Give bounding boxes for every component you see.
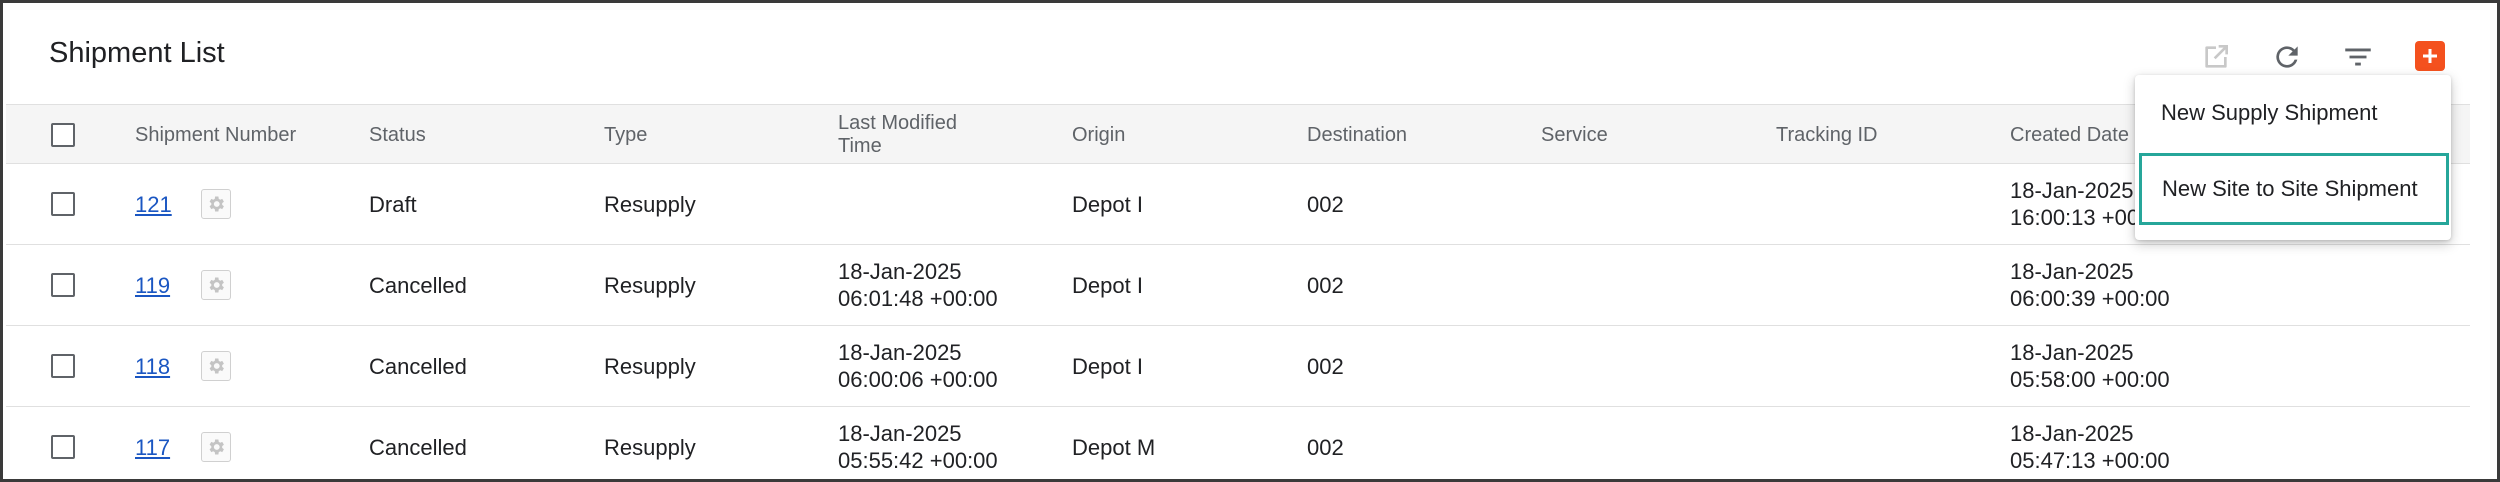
table-row[interactable]: 121 Draft Resupply Depot I 002 18-Jan-20… <box>6 164 2470 245</box>
created-date: 18-Jan-2025 <box>2010 178 2134 203</box>
last-modified-date: 18-Jan-2025 <box>838 340 962 365</box>
shipment-list-panel: Shipment List Shipment Number Status Typ… <box>0 0 2500 482</box>
shipment-number-link[interactable]: 121 <box>135 191 172 218</box>
created-time: 05:47:13 +00:00 <box>2010 448 2170 473</box>
add-icon <box>2423 49 2437 63</box>
shipment-number-link[interactable]: 118 <box>135 353 170 380</box>
table-row[interactable]: 119 Cancelled Resupply 18-Jan-2025 06:01… <box>6 245 2470 326</box>
menu-item-new-supply-shipment[interactable]: New Supply Shipment <box>2135 77 2451 149</box>
last-modified-time: 06:01:48 +00:00 <box>838 286 998 311</box>
column-header-shipment-number[interactable]: Shipment Number <box>135 105 296 165</box>
destination-cell: 002 <box>1307 434 1344 460</box>
status-cell: Cancelled <box>369 272 467 298</box>
column-header-status[interactable]: Status <box>369 105 426 165</box>
open-external-icon[interactable] <box>2196 37 2236 77</box>
origin-cell: Depot M <box>1072 434 1156 460</box>
created-date-cell: 18-Jan-2025 06:00:39 +00:00 <box>2010 245 2170 325</box>
created-date-cell: 18-Jan-2025 05:47:13 +00:00 <box>2010 407 2170 479</box>
origin-cell: Depot I <box>1072 353 1143 379</box>
column-header-last-modified-line2: Time <box>838 135 882 157</box>
created-date-cell: 18-Jan-2025 05:58:00 +00:00 <box>2010 326 2170 406</box>
destination-cell: 002 <box>1307 353 1344 379</box>
type-cell: Resupply <box>604 353 696 379</box>
column-header-type[interactable]: Type <box>604 105 647 165</box>
page-title: Shipment List <box>49 37 225 69</box>
column-header-destination[interactable]: Destination <box>1307 105 1407 165</box>
status-cell: Draft <box>369 191 417 217</box>
created-date: 18-Jan-2025 <box>2010 340 2134 365</box>
settings-icon[interactable] <box>201 270 231 300</box>
column-header-service[interactable]: Service <box>1541 105 1608 165</box>
last-modified-cell: 18-Jan-2025 05:55:42 +00:00 <box>838 407 998 479</box>
last-modified-date: 18-Jan-2025 <box>838 421 962 446</box>
created-time: 05:58:00 +00:00 <box>2010 367 2170 392</box>
last-modified-cell: 18-Jan-2025 06:00:06 +00:00 <box>838 326 998 406</box>
last-modified-date: 18-Jan-2025 <box>838 259 962 284</box>
row-checkbox[interactable] <box>51 273 75 297</box>
column-header-tracking-id[interactable]: Tracking ID <box>1776 105 1878 165</box>
created-date: 18-Jan-2025 <box>2010 421 2134 446</box>
type-cell: Resupply <box>604 191 696 217</box>
table-row[interactable]: 117 Cancelled Resupply 18-Jan-2025 05:55… <box>6 407 2470 479</box>
settings-icon[interactable] <box>201 351 231 381</box>
status-cell: Cancelled <box>369 353 467 379</box>
created-time: 06:00:39 +00:00 <box>2010 286 2170 311</box>
row-checkbox[interactable] <box>51 192 75 216</box>
settings-icon[interactable] <box>201 189 231 219</box>
shipment-number-link[interactable]: 117 <box>135 434 170 461</box>
shipment-table: Shipment Number Status Type Last Modifie… <box>6 104 2470 479</box>
filter-icon[interactable] <box>2338 37 2378 77</box>
select-all-checkbox[interactable] <box>51 123 75 147</box>
row-checkbox[interactable] <box>51 354 75 378</box>
created-date: 18-Jan-2025 <box>2010 259 2134 284</box>
shipment-number-link[interactable]: 119 <box>135 272 170 299</box>
type-cell: Resupply <box>604 272 696 298</box>
status-cell: Cancelled <box>369 434 467 460</box>
last-modified-cell: 18-Jan-2025 06:01:48 +00:00 <box>838 245 998 325</box>
type-cell: Resupply <box>604 434 696 460</box>
menu-item-new-site-to-site-shipment[interactable]: New Site to Site Shipment <box>2139 153 2449 225</box>
destination-cell: 002 <box>1307 191 1344 217</box>
column-header-created-date[interactable]: Created Date <box>2010 105 2129 165</box>
table-header: Shipment Number Status Type Last Modifie… <box>6 104 2470 164</box>
column-header-last-modified-line1: Last Modified <box>838 112 957 134</box>
origin-cell: Depot I <box>1072 272 1143 298</box>
last-modified-time: 06:00:06 +00:00 <box>838 367 998 392</box>
add-button[interactable] <box>2415 41 2445 71</box>
column-header-origin[interactable]: Origin <box>1072 105 1125 165</box>
table-row[interactable]: 118 Cancelled Resupply 18-Jan-2025 06:00… <box>6 326 2470 407</box>
destination-cell: 002 <box>1307 272 1344 298</box>
column-header-last-modified[interactable]: Last Modified Time <box>838 105 978 165</box>
row-checkbox[interactable] <box>51 435 75 459</box>
settings-icon[interactable] <box>201 432 231 462</box>
refresh-icon[interactable] <box>2267 37 2307 77</box>
new-shipment-menu: New Supply Shipment New Site to Site Shi… <box>2135 75 2451 240</box>
origin-cell: Depot I <box>1072 191 1143 217</box>
last-modified-time: 05:55:42 +00:00 <box>838 448 998 473</box>
